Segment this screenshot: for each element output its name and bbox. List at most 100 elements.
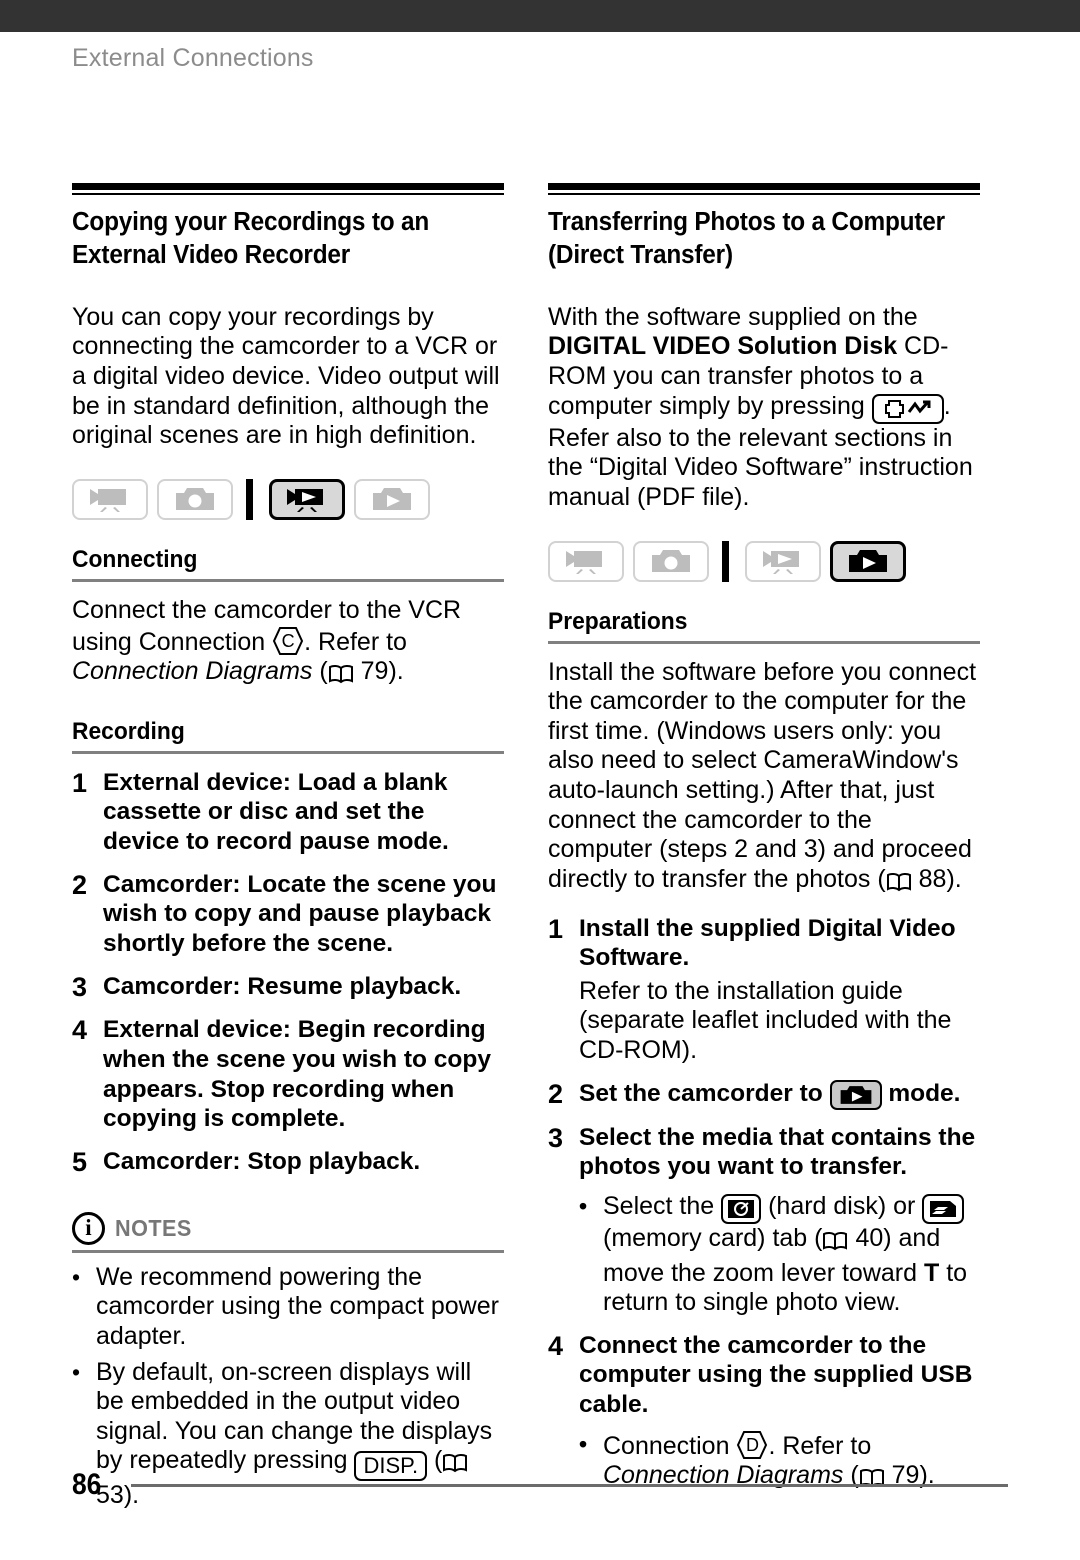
step-item: 3 Select the media that contains the pho… bbox=[548, 1123, 980, 1318]
step-text: Camcorder: Locate the scene you wish to … bbox=[103, 870, 497, 957]
page-footer: 86 bbox=[72, 1468, 1008, 1502]
photo-playback-mode-icon bbox=[830, 540, 906, 582]
step-bullets: • Select the (hard disk) or (memory card… bbox=[579, 1192, 980, 1318]
connection-c-icon: C bbox=[272, 626, 304, 656]
photo-playback-mode-icon bbox=[829, 1079, 882, 1110]
mode-group-divider bbox=[722, 540, 729, 582]
step-item: 1 External device: Load a blank cassette… bbox=[72, 768, 504, 857]
connection-d-icon: D bbox=[736, 1430, 768, 1460]
step-number: 1 bbox=[548, 913, 564, 944]
book-icon bbox=[822, 1229, 848, 1259]
intro-paragraph: You can copy your recordings by connecti… bbox=[72, 302, 500, 450]
step-number: 3 bbox=[72, 971, 88, 1002]
mode-indicator-row bbox=[72, 478, 504, 520]
step-text: Select the media that contains the photo… bbox=[579, 1123, 976, 1181]
video-record-mode-icon bbox=[72, 478, 148, 520]
footer-rule bbox=[131, 1483, 1008, 1487]
step-text: Camcorder: Resume playback. bbox=[103, 972, 462, 1000]
connecting-paragraph: Connect the camcorder to the VCR using C… bbox=[72, 596, 504, 692]
running-head: External Connections bbox=[72, 44, 314, 72]
step-item: 4 External device: Begin recording when … bbox=[72, 1015, 504, 1134]
bullet-mid1: (hard disk) or bbox=[761, 1191, 923, 1220]
connection-diagrams-reference: Connection Diagrams bbox=[72, 657, 313, 686]
preparations-paragraph: Install the software before you connect … bbox=[548, 658, 980, 900]
step-item: 3 Camcorder: Resume playback. bbox=[72, 972, 504, 1003]
book-icon bbox=[886, 870, 912, 900]
connection-letter: D bbox=[745, 1434, 759, 1455]
step-item: 5 Camcorder: Stop playback. bbox=[72, 1147, 504, 1178]
note-text: We recommend powering the camcorder usin… bbox=[96, 1262, 499, 1350]
list-item: • We recommend powering the camcorder us… bbox=[72, 1263, 504, 1352]
page-number: 86 bbox=[72, 1468, 102, 1501]
prep-text-after: ). bbox=[946, 864, 962, 893]
step-item: 1 Install the supplied Digital Video Sof… bbox=[548, 914, 980, 1066]
step-text-composite: Set the camcorder to mode. bbox=[579, 1079, 980, 1110]
preparations-steps: 1 Install the supplied Digital Video Sof… bbox=[548, 914, 980, 1496]
info-icon: i bbox=[72, 1211, 105, 1245]
step-number: 3 bbox=[548, 1122, 564, 1153]
connecting-rule bbox=[72, 578, 504, 582]
notes-rule bbox=[72, 1249, 504, 1253]
memory-card-icon bbox=[922, 1193, 965, 1224]
prep-text-before: Install the software before you connect … bbox=[548, 657, 977, 893]
step-text-after: mode. bbox=[881, 1079, 961, 1107]
bullet-text: Select the (hard disk) or (memory card) … bbox=[603, 1192, 980, 1318]
section-rule bbox=[72, 183, 504, 195]
step-text-before: Set the camcorder to bbox=[579, 1079, 830, 1107]
photo-record-mode-icon bbox=[633, 540, 709, 582]
step-number: 1 bbox=[72, 767, 88, 798]
print-share-icon[interactable] bbox=[871, 393, 944, 424]
video-playback-mode-icon bbox=[269, 478, 345, 520]
preparations-rule bbox=[548, 640, 980, 644]
notes-label: NOTES bbox=[115, 1214, 192, 1241]
recording-steps: 1 External device: Load a blank cassette… bbox=[72, 768, 504, 1178]
step-item: 2 Camcorder: Locate the scene you wish t… bbox=[72, 870, 504, 959]
step-text: Connect the camcorder to the computer us… bbox=[579, 1331, 973, 1419]
step-item: 2 Set the camcorder to mode. bbox=[548, 1079, 980, 1110]
intro-part1: With the software supplied on the bbox=[548, 302, 918, 331]
section-rule bbox=[548, 183, 980, 195]
recording-heading: Recording bbox=[72, 717, 185, 745]
prep-page-ref: 88 bbox=[918, 864, 947, 893]
bullet-page-ref: 40 bbox=[855, 1223, 884, 1252]
zoom-lever-t-label: T bbox=[923, 1258, 940, 1287]
mode-indicator-row bbox=[548, 540, 980, 582]
photo-playback-mode-icon bbox=[354, 478, 430, 520]
intro-paragraph: With the software supplied on the DIGITA… bbox=[548, 303, 980, 513]
connecting-page-ref: 79 bbox=[360, 657, 389, 686]
step-text: External device: Load a blank cassette o… bbox=[103, 768, 449, 856]
bullet-dot: • bbox=[72, 1263, 81, 1290]
mode-group-divider bbox=[246, 478, 253, 520]
connecting-heading: Connecting bbox=[72, 545, 198, 573]
step-text: Install the supplied Digital Video Softw… bbox=[579, 914, 956, 972]
recording-rule bbox=[72, 750, 504, 754]
book-icon bbox=[328, 662, 354, 692]
manual-page: External Connections Copying your Record… bbox=[0, 0, 1080, 1560]
video-record-mode-icon bbox=[548, 540, 624, 582]
step-number: 4 bbox=[72, 1015, 88, 1046]
step-text: External device: Begin recording when th… bbox=[103, 1016, 491, 1133]
solution-disk-name: DIGITAL VIDEO Solution Disk bbox=[548, 332, 898, 361]
left-column: Copying your Recordings to an External V… bbox=[72, 183, 504, 1511]
step-text: Camcorder: Stop playback. bbox=[103, 1147, 421, 1175]
step-number: 2 bbox=[72, 869, 88, 900]
connecting-text-after: . Refer to bbox=[304, 627, 407, 656]
step-extra-text: Refer to the installation guide (separat… bbox=[579, 976, 952, 1065]
top-bar bbox=[0, 0, 1080, 32]
bullet-mid2: (memory card) tab ( bbox=[603, 1223, 823, 1252]
video-playback-mode-icon bbox=[745, 540, 821, 582]
photo-record-mode-icon bbox=[157, 478, 233, 520]
notes-header: i NOTES bbox=[72, 1211, 504, 1245]
step-number: 2 bbox=[548, 1078, 564, 1109]
bullet-mid: . Refer to bbox=[768, 1431, 872, 1460]
step-number: 5 bbox=[72, 1146, 88, 1177]
bullet-dot: • bbox=[579, 1192, 588, 1219]
list-item: • Select the (hard disk) or (memory card… bbox=[579, 1192, 980, 1318]
page-title: Transferring Photos to a Computer (Direc… bbox=[548, 208, 945, 269]
bullet-before: Connection bbox=[603, 1431, 737, 1460]
two-column-layout: Copying your Recordings to an External V… bbox=[0, 183, 1080, 1511]
connection-letter: C bbox=[281, 630, 295, 651]
right-column: Transferring Photos to a Computer (Direc… bbox=[548, 183, 980, 1511]
bullet-before: Select the bbox=[603, 1191, 722, 1220]
hard-disk-icon bbox=[721, 1193, 762, 1224]
